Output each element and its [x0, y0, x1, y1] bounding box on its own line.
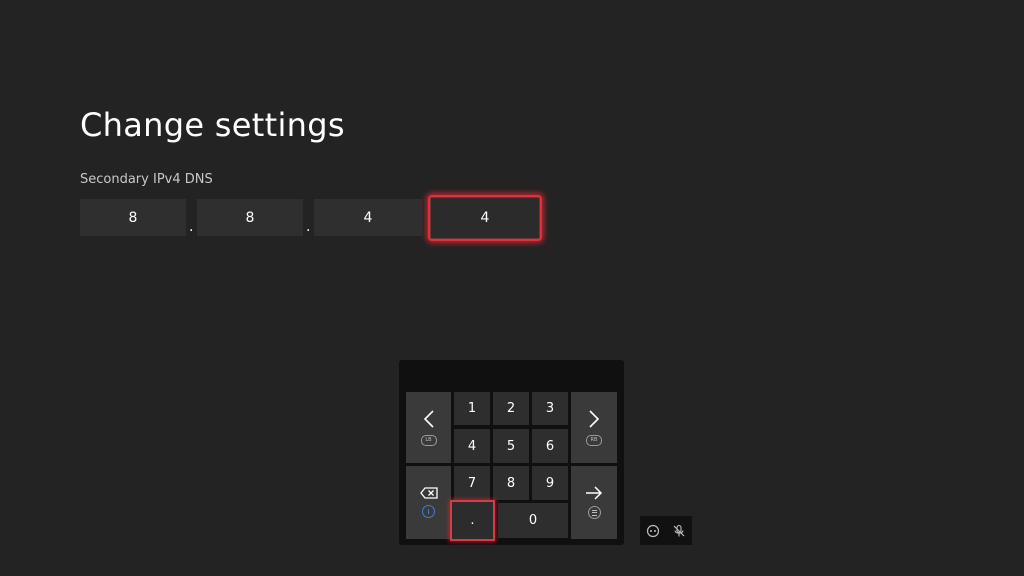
key-0[interactable]: 0: [498, 503, 568, 538]
key-7[interactable]: 7: [454, 466, 490, 500]
chevron-left-icon: [423, 410, 434, 428]
key-1[interactable]: 1: [454, 392, 490, 425]
numeric-keyboard: LB 1 2 3 RB 4 5 6 7 8 9 . 0: [399, 360, 624, 545]
chat-mic-panel: [640, 516, 692, 545]
ip-octet-1[interactable]: 8: [80, 199, 186, 236]
settings-page: Change settings Secondary IPv4 DNS 8 . 8…: [0, 0, 1024, 576]
cursor-right-button[interactable]: RB: [571, 392, 617, 463]
ip-octet-3[interactable]: 4: [314, 199, 422, 236]
menu-button-icon: [587, 506, 601, 519]
x-button-icon: [422, 505, 435, 518]
lb-hint-icon: LB: [420, 435, 437, 446]
enter-button[interactable]: [571, 466, 617, 539]
key-2[interactable]: 2: [493, 392, 529, 425]
backspace-icon: [419, 487, 438, 499]
ip-separator: .: [189, 219, 194, 235]
key-6[interactable]: 6: [532, 429, 568, 463]
key-9[interactable]: 9: [532, 466, 568, 500]
backspace-button[interactable]: [406, 466, 451, 539]
mic-off-icon[interactable]: [672, 524, 686, 538]
key-dot[interactable]: .: [450, 500, 495, 541]
ip-separator: .: [306, 219, 311, 235]
ip-octet-2[interactable]: 8: [197, 199, 303, 236]
chevron-right-icon: [589, 410, 600, 428]
cursor-left-button[interactable]: LB: [406, 392, 451, 463]
key-5[interactable]: 5: [493, 429, 529, 463]
chat-icon[interactable]: [646, 524, 660, 538]
key-3[interactable]: 3: [532, 392, 568, 425]
arrow-right-icon: [586, 486, 603, 500]
ip-octet-4[interactable]: 4: [428, 195, 542, 241]
rb-hint-icon: RB: [586, 435, 602, 446]
key-4[interactable]: 4: [454, 429, 490, 463]
key-8[interactable]: 8: [493, 466, 529, 500]
page-title: Change settings: [80, 106, 345, 144]
field-label: Secondary IPv4 DNS: [80, 172, 213, 187]
